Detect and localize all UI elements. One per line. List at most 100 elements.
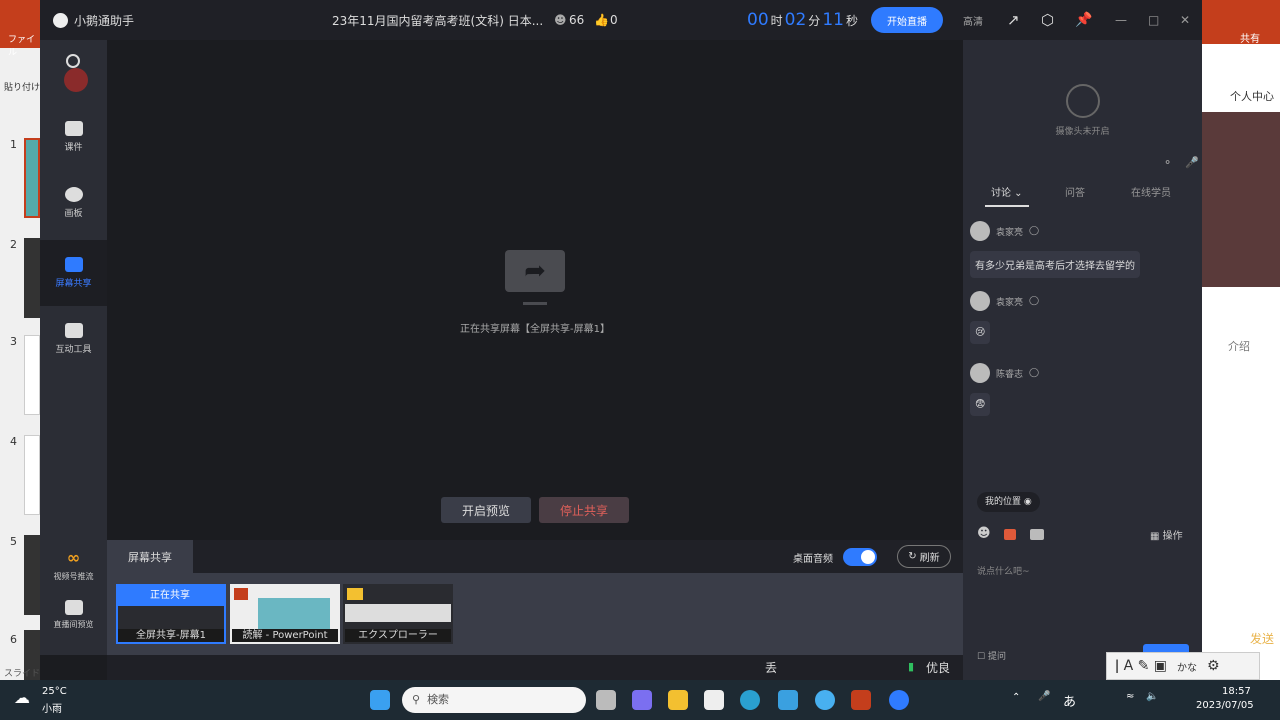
clock-date[interactable]: 2023/07/05 bbox=[1196, 700, 1254, 711]
message-bubble: 😨 bbox=[970, 393, 991, 416]
message-header: 陈睿志 ◯ bbox=[970, 363, 1039, 383]
minimize-button[interactable]: — bbox=[1115, 13, 1127, 27]
sharing-badge: 正在共享 bbox=[118, 586, 224, 606]
desktop-audio-toggle[interactable] bbox=[843, 548, 877, 566]
avatar bbox=[970, 221, 990, 241]
voice-icon[interactable]: ⚬ bbox=[1163, 156, 1172, 169]
chat-input[interactable]: 说点什么吧~ bbox=[977, 564, 1187, 577]
share-source-screen1[interactable]: 正在共享 全屏共享-屏幕1 bbox=[116, 584, 226, 644]
refresh-icon: ↻ bbox=[908, 551, 917, 562]
close-button[interactable]: ✕ bbox=[1180, 13, 1190, 27]
share-stage: ➦ 正在共享屏幕【全屏共享-屏幕1】 开启预览 停止共享 bbox=[107, 40, 963, 540]
reply-icon[interactable]: ◯ bbox=[1029, 226, 1039, 236]
powerpoint-icon[interactable] bbox=[851, 690, 871, 710]
share-source-explorer[interactable]: エクスプローラー bbox=[343, 584, 453, 644]
start-icon[interactable] bbox=[370, 690, 390, 710]
reply-icon[interactable]: ◯ bbox=[1029, 296, 1039, 306]
camera-icon[interactable] bbox=[66, 54, 80, 68]
taskview-icon[interactable] bbox=[596, 690, 616, 710]
like-icon: 👍 bbox=[594, 13, 609, 27]
sidebar-item-whiteboard[interactable]: 画板 bbox=[40, 170, 107, 236]
camera-off-icon bbox=[1066, 84, 1100, 118]
clock-time[interactable]: 18:57 bbox=[1222, 686, 1251, 697]
pin-icon[interactable]: 📌 bbox=[1075, 12, 1092, 28]
operate-button[interactable]: ▦ 操作 bbox=[1150, 527, 1183, 542]
weather-icon: ☁ bbox=[14, 688, 30, 707]
tray-chevron-icon[interactable]: ⌃ bbox=[1012, 692, 1020, 703]
sidebar-item-channel-push[interactable]: ∞ 视频号推流 bbox=[40, 540, 107, 590]
browser-personal-center[interactable]: 个人中心 bbox=[1230, 88, 1274, 104]
my-location-button[interactable]: 我的位置 ◉ bbox=[977, 492, 1040, 512]
thumb-caption: 読解 - PowerPoint bbox=[232, 629, 338, 642]
browser-intro-tab[interactable]: 介绍 bbox=[1228, 338, 1250, 354]
sidebar-item-screen-share[interactable]: 屏幕共享 bbox=[40, 240, 107, 306]
app-icon[interactable] bbox=[778, 690, 798, 710]
message-user: 袁家亮 bbox=[996, 297, 1024, 308]
ime-toolbar-preview bbox=[345, 604, 451, 622]
reply-icon[interactable]: ◯ bbox=[1029, 368, 1039, 378]
app-logo-icon bbox=[53, 12, 68, 28]
volume-icon[interactable]: 🔈 bbox=[1146, 691, 1158, 702]
mic-icon[interactable]: 🎤 bbox=[1185, 156, 1199, 169]
timer-minutes: 02 bbox=[784, 10, 807, 30]
share-icon[interactable]: ↗ bbox=[1007, 11, 1020, 29]
stand-icon bbox=[523, 293, 547, 305]
tab-online-students[interactable]: 在线学员 bbox=[1131, 184, 1171, 199]
weather-temp: 25°C bbox=[42, 686, 67, 697]
viewers-icon: ☻ bbox=[554, 13, 567, 27]
preview-button[interactable]: 开启预览 bbox=[441, 497, 531, 523]
mic-icon[interactable]: 🎤 bbox=[1038, 691, 1050, 702]
palette-icon bbox=[64, 187, 83, 202]
sidebar-label: 屏幕共享 bbox=[55, 279, 92, 289]
quality-select[interactable]: 高清 bbox=[963, 13, 983, 28]
ppt-file-tab[interactable]: ファイル bbox=[8, 32, 40, 58]
ask-question-checkbox[interactable]: ☐ 提问 bbox=[977, 649, 1006, 662]
ppt-paste[interactable]: 貼り付け bbox=[4, 80, 40, 93]
start-live-button[interactable]: 开始直播 bbox=[871, 7, 943, 33]
share-source-powerpoint[interactable]: 読解 - PowerPoint bbox=[230, 584, 340, 644]
wifi-icon[interactable]: ≈ bbox=[1126, 691, 1134, 702]
browser-send-button[interactable]: 发送 bbox=[1250, 630, 1274, 647]
ime-toolbar[interactable]: ǀ A ✎ ▣ かな ⚙ bbox=[1106, 652, 1260, 680]
screen-share-icon bbox=[64, 257, 83, 272]
sharing-status-text: 正在共享屏幕【全屏共享-屏幕1】 bbox=[460, 324, 610, 335]
viewer-count: 66 bbox=[569, 13, 585, 27]
folder-icon[interactable] bbox=[1030, 529, 1044, 540]
app-icon-2[interactable] bbox=[815, 690, 835, 710]
ppt-status: スライド bbox=[4, 669, 41, 679]
like-count: 0 bbox=[610, 13, 618, 27]
emoji-icon[interactable]: ☻ bbox=[977, 526, 991, 541]
maximize-button[interactable]: □ bbox=[1148, 13, 1159, 27]
gift-icon[interactable] bbox=[1004, 529, 1016, 540]
search-box[interactable]: ⚲ 検索 bbox=[402, 687, 586, 713]
browser-share-top[interactable]: 共有 bbox=[1240, 30, 1260, 45]
teams-icon[interactable] bbox=[632, 690, 652, 710]
xiaoetong-icon[interactable] bbox=[889, 690, 909, 710]
sidebar-item-interactive-tools[interactable]: 互动工具 bbox=[40, 306, 107, 372]
sidebar-label: 画板 bbox=[64, 209, 83, 219]
tab-discussion[interactable]: 讨论 ⌄ bbox=[985, 184, 1029, 207]
tab-label: 讨论 bbox=[991, 188, 1011, 199]
thumb-caption: 全屏共享-屏幕1 bbox=[118, 629, 224, 642]
ask-label: 提问 bbox=[987, 652, 1006, 662]
title-bar: 小鹅通助手 23年11月国内留考高考班(文科) 日本... ☻ 66 👍 0 0… bbox=[40, 0, 1202, 40]
sidebar-label: 课件 bbox=[64, 143, 83, 153]
store-icon[interactable] bbox=[704, 690, 724, 710]
sidebar-item-live-preview[interactable]: 直播间预览 bbox=[40, 590, 107, 640]
powerpoint-background: ファイル 貼り付け 1 2 3 4 5 6 スライド bbox=[0, 0, 41, 710]
taskbar: ☁ 25°C 小雨 ⚲ 検索 ⌃ 🎤 あ ≈ 🔈 18:57 2023/07/0… bbox=[0, 680, 1280, 720]
sidebar-label: 直播间预览 bbox=[53, 620, 94, 629]
explorer-icon[interactable] bbox=[668, 690, 688, 710]
edge-icon[interactable] bbox=[740, 690, 760, 710]
tab-screen-share[interactable]: 屏幕共享 bbox=[107, 540, 193, 573]
desktop-audio-label: 桌面音频 bbox=[793, 554, 833, 565]
refresh-button[interactable]: ↻ 刷新 bbox=[897, 545, 951, 568]
stop-share-button[interactable]: 停止共享 bbox=[539, 497, 629, 523]
settings-icon[interactable]: ⬡ bbox=[1041, 11, 1054, 29]
signal-icon: ▮ bbox=[908, 660, 915, 673]
tab-qa[interactable]: 问答 bbox=[1065, 184, 1085, 199]
sidebar-item-courseware[interactable]: 课件 bbox=[40, 104, 107, 170]
ime-indicator[interactable]: あ bbox=[1063, 691, 1076, 710]
screen-share-icon: ➦ bbox=[505, 250, 565, 292]
preview-icon bbox=[64, 600, 83, 615]
